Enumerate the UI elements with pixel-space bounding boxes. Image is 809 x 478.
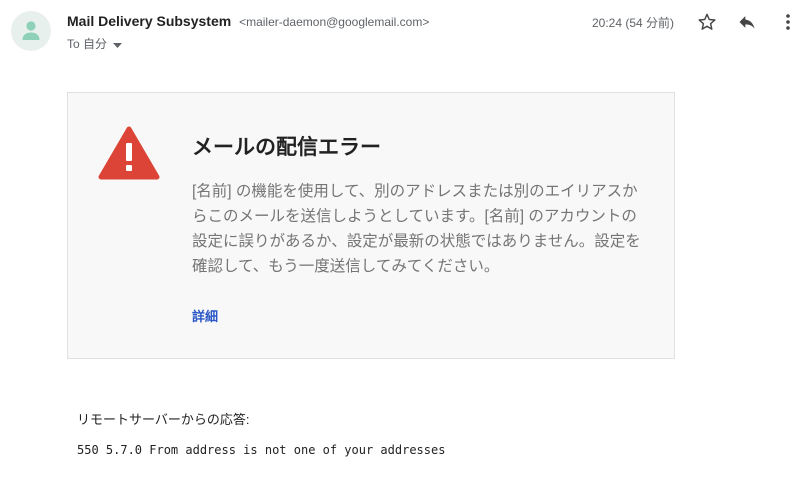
- reply-icon: [739, 16, 755, 29]
- error-title: メールの配信エラー: [192, 136, 381, 159]
- caret-down-icon: [113, 37, 123, 51]
- reply-button[interactable]: [735, 10, 759, 34]
- sender-line: Mail Delivery Subsystem <mailer-daemon@g…: [67, 13, 429, 29]
- error-description: [名前] の機能を使用して、別のアドレスまたは別のエイリアスからこのメールを送信…: [192, 183, 641, 275]
- recipient-details-toggle[interactable]: To 自分: [67, 35, 123, 52]
- sender-name[interactable]: Mail Delivery Subsystem: [67, 13, 231, 29]
- recipient-label: To 自分: [67, 37, 108, 51]
- more-options-button[interactable]: [776, 10, 800, 34]
- sender-avatar: [11, 11, 51, 51]
- remote-server-response: 550 5.7.0 From address is not one of you…: [77, 443, 446, 457]
- star-icon: [698, 13, 716, 30]
- delivery-error-card: メールの配信エラー [名前] の機能を使用して、別のアドレスまたは別のエイリアス…: [67, 92, 675, 359]
- person-icon: [22, 21, 40, 40]
- star-button[interactable]: [695, 10, 719, 34]
- more-vert-icon: [786, 14, 790, 30]
- sender-email: <mailer-daemon@googlemail.com>: [239, 15, 430, 29]
- details-link[interactable]: 詳細: [192, 306, 218, 325]
- warning-icon: [98, 126, 160, 186]
- remote-server-response-label: リモートサーバーからの応答:: [77, 412, 250, 427]
- message-timestamp: 20:24 (54 分前): [592, 16, 675, 30]
